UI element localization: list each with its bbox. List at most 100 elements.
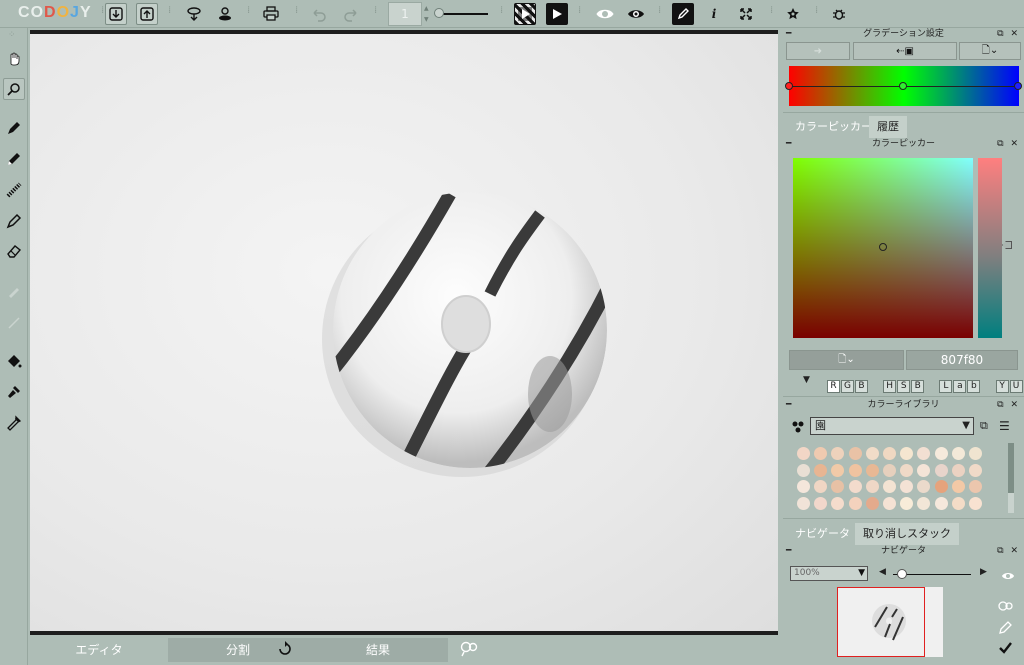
color-swatch[interactable]: [797, 496, 810, 510]
color-swatch[interactable]: [917, 496, 931, 510]
color-swatch[interactable]: [848, 463, 862, 477]
hex-input[interactable]: 807f80: [906, 350, 1018, 370]
tab-navigator[interactable]: ナビゲータ: [787, 523, 858, 545]
color-swatch[interactable]: [934, 480, 948, 493]
toolbar-grip[interactable]: ⁞: [500, 6, 506, 20]
link-view-button[interactable]: [460, 641, 480, 661]
toolbar-grip[interactable]: ⁞: [578, 6, 584, 20]
eyedropper-tool[interactable]: [3, 412, 25, 434]
nav-pen-button[interactable]: [999, 619, 1012, 638]
hue-slider[interactable]: [978, 158, 1002, 338]
mode-group-lab[interactable]: Lab: [939, 373, 981, 393]
zoom-slider-handle[interactable]: [896, 569, 907, 579]
panel-collapse[interactable]: ━: [786, 28, 791, 40]
navigator-preview[interactable]: [837, 587, 943, 657]
color-swatch[interactable]: [934, 463, 948, 477]
tab-undo-stack[interactable]: 取り消しスタック: [855, 523, 959, 545]
nav-link-button[interactable]: [997, 599, 1015, 618]
color-swatch[interactable]: [865, 496, 879, 510]
panel-controls[interactable]: ⧉ ✕: [997, 28, 1020, 40]
frame-stepper[interactable]: ▲ ▼: [424, 3, 432, 25]
airbrush-tool[interactable]: [3, 179, 25, 201]
tab-result[interactable]: 結果: [308, 638, 448, 662]
color-swatch[interactable]: [900, 463, 914, 477]
toolbar-grip[interactable]: ⁞: [770, 6, 776, 20]
zoom-select[interactable]: 100% ▼: [790, 566, 868, 581]
merge-button[interactable]: [183, 3, 205, 25]
color-swatch[interactable]: [951, 496, 965, 510]
library-set-select[interactable]: 園 ▼: [810, 417, 974, 435]
nav-eye-button[interactable]: [1001, 566, 1015, 585]
color-swatch[interactable]: [831, 480, 845, 493]
color-swatch[interactable]: [917, 447, 931, 460]
gradient-stop-mid[interactable]: [899, 82, 907, 90]
color-swatch[interactable]: [797, 463, 810, 477]
gradient-apply-button[interactable]: ➜: [786, 42, 850, 60]
color-field-cursor[interactable]: [879, 243, 887, 251]
export-button[interactable]: [136, 3, 158, 25]
info-button[interactable]: i: [703, 3, 725, 25]
color-swatch[interactable]: [900, 447, 914, 460]
toolbar-grip[interactable]: ⁞: [295, 6, 301, 20]
toolbar-grip[interactable]: ⁞: [247, 6, 253, 20]
fill-tool[interactable]: [3, 350, 25, 372]
play-checker-button[interactable]: [514, 3, 536, 25]
color-swatch[interactable]: [900, 480, 914, 493]
gradient-stop-start[interactable]: [785, 82, 793, 90]
viewport-rectangle[interactable]: [837, 587, 925, 657]
nav-confirm-button[interactable]: [999, 639, 1012, 658]
color-swatch[interactable]: [883, 496, 896, 510]
color-swatch[interactable]: [831, 447, 845, 460]
color-swatch[interactable]: [951, 480, 965, 493]
color-swatch[interactable]: [883, 463, 896, 477]
color-swatch[interactable]: [814, 480, 828, 493]
tab-history[interactable]: 履歴: [869, 116, 907, 138]
debug-button[interactable]: [828, 3, 850, 25]
toolbar-grip[interactable]: ⁞: [815, 6, 821, 20]
palette-grip[interactable]: ⁘: [8, 30, 16, 40]
panel-controls[interactable]: ⧉ ✕: [997, 138, 1020, 150]
color-swatch[interactable]: [814, 496, 828, 510]
frame-number-input[interactable]: 1: [388, 2, 422, 26]
color-swatch[interactable]: [865, 447, 879, 460]
color-swatch[interactable]: [951, 447, 965, 460]
library-scrollbar[interactable]: [1008, 443, 1014, 513]
gradient-reverse-button[interactable]: ⇠▣: [853, 42, 957, 60]
color-swatch[interactable]: [814, 447, 828, 460]
color-swatch[interactable]: [934, 496, 948, 510]
color-swatch[interactable]: [848, 480, 862, 493]
frame-slider[interactable]: [440, 13, 488, 15]
toolbar-grip[interactable]: ⁞: [658, 6, 664, 20]
color-swatch[interactable]: [831, 463, 845, 477]
color-swatch[interactable]: [883, 447, 896, 460]
color-swatch[interactable]: [969, 447, 982, 460]
tab-color-picker[interactable]: カラーピッカー: [787, 116, 880, 138]
hand-tool[interactable]: [3, 48, 25, 70]
brush-tool-disabled[interactable]: [3, 280, 25, 302]
tab-editor[interactable]: エディタ: [30, 638, 168, 662]
eraser-tool[interactable]: [3, 240, 25, 262]
refresh-icon[interactable]: [278, 641, 292, 661]
color-swatch[interactable]: [969, 496, 982, 510]
color-swatch[interactable]: [797, 480, 810, 493]
panel-collapse[interactable]: ━: [786, 138, 791, 150]
pen-mode-button[interactable]: [672, 3, 694, 25]
picker-preset-dropdown[interactable]: 🗋⌄: [789, 350, 904, 370]
mode-group-yuv[interactable]: YUV: [995, 373, 1024, 393]
gradient-preset-dropdown[interactable]: 🗋⌄: [959, 42, 1021, 60]
mode-group-rgb[interactable]: RGB: [827, 373, 869, 393]
color-swatch[interactable]: [848, 496, 862, 510]
zoom-in-arrow[interactable]: ▶: [980, 567, 987, 577]
panel-controls[interactable]: ⧉ ✕: [997, 399, 1020, 411]
color-swatch[interactable]: [865, 480, 879, 493]
toolbar-grip[interactable]: ⁞: [374, 6, 380, 20]
zoom-out-arrow[interactable]: ◀: [879, 567, 886, 577]
color-swatch[interactable]: [917, 480, 931, 493]
color-swatch[interactable]: [969, 480, 982, 493]
panel-collapse[interactable]: ━: [786, 545, 791, 557]
marker-tool[interactable]: [3, 210, 25, 232]
library-menu-icon[interactable]: ☰: [999, 419, 1010, 433]
hue-slider-handle[interactable]: [1002, 241, 1012, 249]
palette-icon[interactable]: [791, 419, 805, 438]
undo-button[interactable]: [308, 3, 330, 25]
